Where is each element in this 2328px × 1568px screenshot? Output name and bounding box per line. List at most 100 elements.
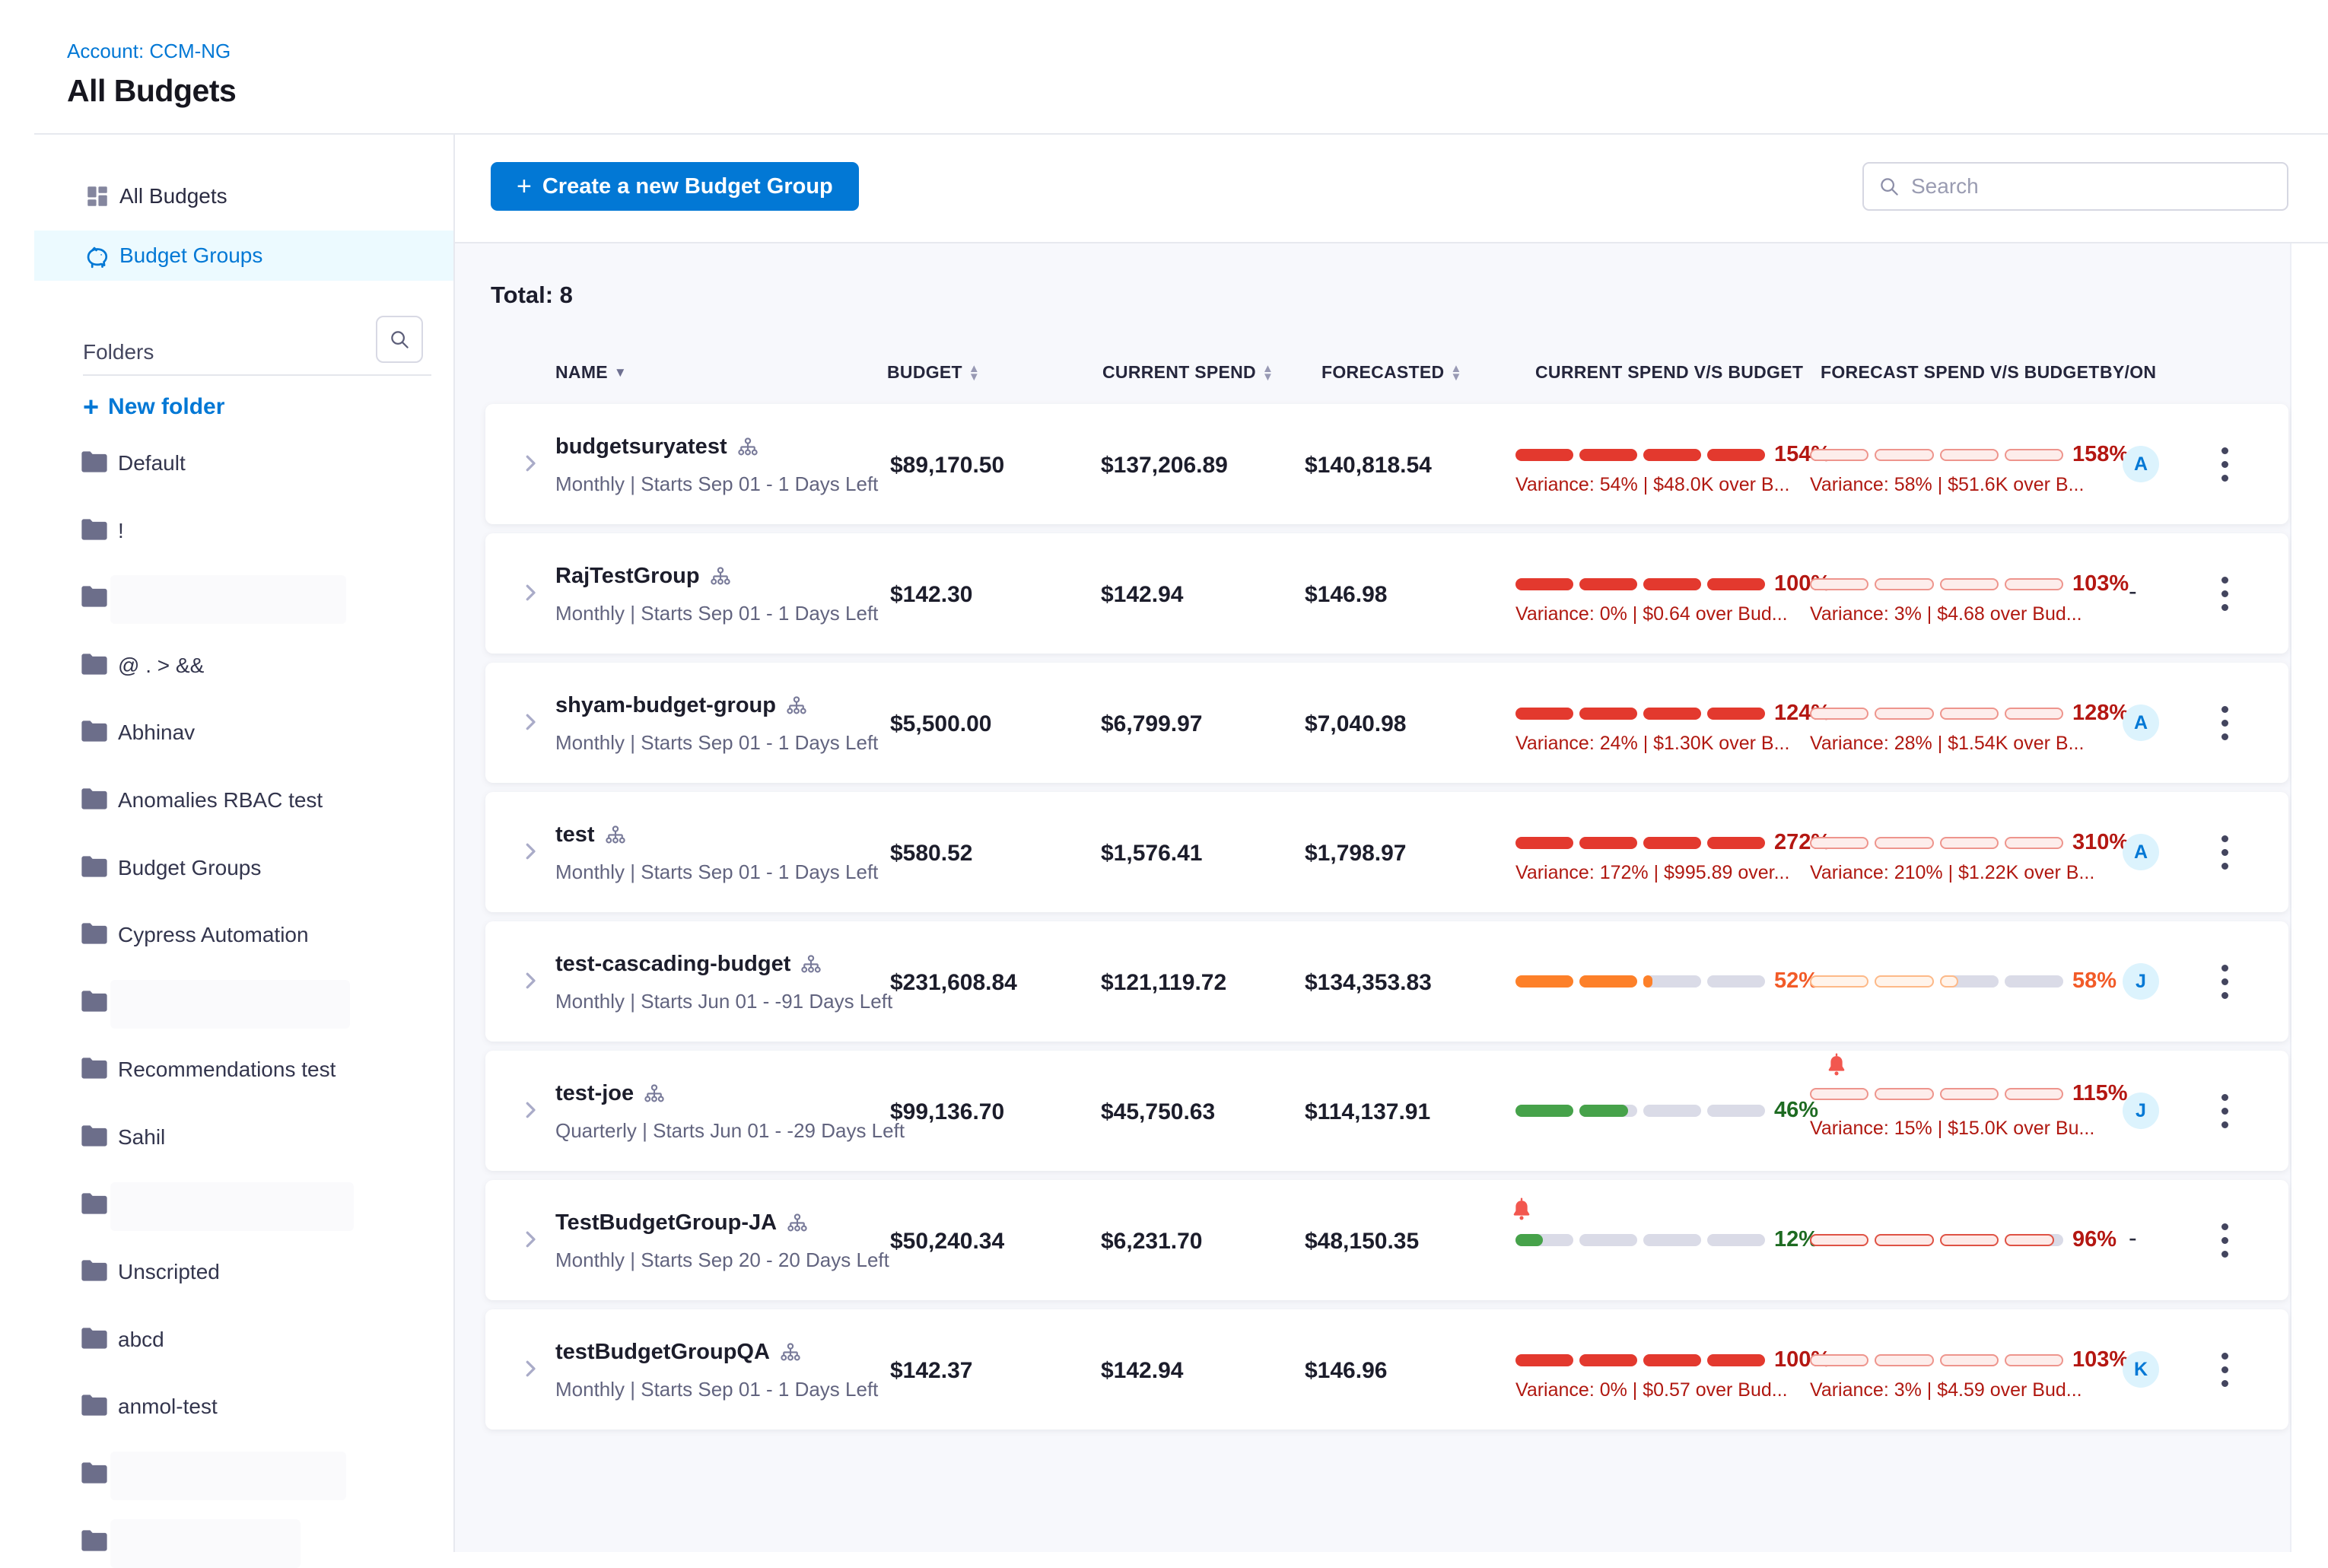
forecast-spend-vs-budget-bar (1810, 975, 2063, 988)
plus-icon: + (83, 393, 99, 421)
forecast-bar-segment (1940, 1354, 1999, 1366)
folder-icon (80, 1326, 109, 1354)
forecast-bar-segment (1810, 837, 1868, 849)
redacted-folder-name (110, 1452, 346, 1500)
budget-group-row[interactable]: testBudgetGroupQA Monthly | Starts Sep 0… (485, 1309, 2288, 1430)
folder-list-item[interactable] (34, 1450, 453, 1500)
folder-list-item[interactable]: Cypress Automation (34, 911, 453, 961)
row-options-menu-icon[interactable] (2209, 1217, 2240, 1263)
by-on-empty: - (2129, 1224, 2137, 1252)
row-options-menu-icon[interactable] (2209, 700, 2240, 746)
spend-bar-segment (1515, 708, 1573, 720)
hierarchy-icon (800, 954, 822, 975)
expand-chevron-icon[interactable] (519, 711, 542, 737)
folder-icon (80, 450, 109, 478)
new-folder-button[interactable]: + New folder (83, 390, 224, 424)
folder-list-item[interactable]: @ . > && (34, 641, 453, 692)
row-options-menu-icon[interactable] (2209, 1347, 2240, 1392)
avatar: A (2123, 446, 2159, 482)
search-box (1862, 162, 2288, 211)
search-input[interactable] (1911, 174, 2273, 199)
sidebar-item-budget-groups[interactable]: Budget Groups (34, 231, 453, 281)
folder-search-button[interactable] (376, 316, 423, 363)
folder-list-item[interactable] (34, 1518, 453, 1568)
forecast-bar-segment (1940, 449, 1999, 461)
folder-list-item[interactable]: Recommendations test (34, 1045, 453, 1096)
folder-list-item[interactable]: abcd (34, 1315, 453, 1366)
budget-group-name[interactable]: test-joe (555, 1081, 666, 1106)
avatar: J (2123, 1093, 2159, 1129)
avatar: A (2123, 834, 2159, 870)
budget-group-name[interactable]: RajTestGroup (555, 564, 732, 589)
budget-group-row[interactable]: test-joe Quarterly | Starts Jun 01 - -29… (485, 1051, 2288, 1171)
budget-group-name[interactable]: test (555, 822, 627, 848)
row-options-menu-icon[interactable] (2209, 1088, 2240, 1134)
breadcrumb-account-link[interactable]: Account: CCM-NG (67, 40, 231, 63)
spend-bar-segment (1579, 975, 1637, 988)
budget-group-name[interactable]: TestBudgetGroup-JA (555, 1210, 809, 1236)
budget-group-row[interactable]: test-cascading-budget Monthly | Starts J… (485, 921, 2288, 1042)
budget-period: Monthly | Starts Sep 01 - 1 Days Left (555, 602, 878, 625)
folder-list-item[interactable]: Abhinav (34, 708, 453, 759)
folder-list-item[interactable]: Anomalies RBAC test (34, 776, 453, 826)
folder-name: Budget Groups (118, 856, 261, 880)
expand-chevron-icon[interactable] (519, 1357, 542, 1384)
redacted-folder-name (110, 575, 346, 624)
forecast-spend-percentage: 103% (2072, 571, 2129, 596)
folder-icon (80, 1528, 109, 1557)
forecast-bar-segment (2005, 975, 2063, 988)
current-spend-vs-budget-bar (1515, 708, 1765, 720)
expand-chevron-icon[interactable] (519, 1099, 542, 1125)
folder-list-item[interactable] (34, 574, 453, 624)
search-icon (1878, 175, 1900, 198)
budget-group-name[interactable]: test-cascading-budget (555, 952, 822, 977)
expand-chevron-icon[interactable] (519, 452, 542, 479)
forecasted-amount: $146.98 (1305, 582, 1387, 608)
forecast-spend-variance: Variance: 3% | $4.68 over Bud... (1810, 603, 2082, 625)
budget-amount: $50,240.34 (890, 1229, 1004, 1255)
expand-chevron-icon[interactable] (519, 581, 542, 608)
folder-list-item[interactable] (34, 1181, 453, 1231)
forecast-bar-segment (1875, 1234, 1933, 1246)
current-spend-amount: $137,206.89 (1101, 453, 1228, 479)
folder-list-item[interactable]: Budget Groups (34, 844, 453, 894)
current-spend-amount: $45,750.63 (1101, 1099, 1215, 1125)
expand-chevron-icon[interactable] (519, 840, 542, 867)
toolbar: + Create a new Budget Group (455, 135, 2328, 243)
folder-list-item[interactable] (34, 978, 453, 1029)
row-options-menu-icon[interactable] (2209, 829, 2240, 875)
forecast-spend-variance: Variance: 210% | $1.22K over B... (1810, 862, 2094, 884)
hierarchy-icon (786, 1213, 809, 1234)
budget-period: Monthly | Starts Sep 01 - 1 Days Left (555, 472, 878, 496)
expand-chevron-icon[interactable] (519, 1228, 542, 1255)
folder-list-item[interactable]: Default (34, 439, 453, 489)
budget-period: Quarterly | Starts Jun 01 - -29 Days Lef… (555, 1119, 905, 1143)
budget-group-name[interactable]: shyam-budget-group (555, 693, 808, 718)
budget-group-row[interactable]: RajTestGroup Monthly | Starts Sep 01 - 1… (485, 533, 2288, 654)
forecasted-amount: $140,818.54 (1305, 453, 1432, 479)
budget-group-row[interactable]: test Monthly | Starts Sep 01 - 1 Days Le… (485, 792, 2288, 912)
budget-group-name[interactable]: budgetsuryatest (555, 434, 759, 460)
create-budget-group-label: Create a new Budget Group (542, 174, 833, 199)
folder-list-item[interactable]: Unscripted (34, 1248, 453, 1298)
budget-group-row[interactable]: shyam-budget-group Monthly | Starts Sep … (485, 663, 2288, 783)
budget-group-row[interactable]: TestBudgetGroup-JA Monthly | Starts Sep … (485, 1180, 2288, 1300)
budget-group-name[interactable]: testBudgetGroupQA (555, 1340, 802, 1365)
forecast-spend-variance: Variance: 58% | $51.6K over B... (1810, 474, 2084, 496)
forecast-bar-segment (2005, 449, 2063, 461)
sidebar-item-all-budgets[interactable]: All Budgets (34, 172, 453, 221)
folder-list-item[interactable]: anmol-test (34, 1382, 453, 1433)
row-options-menu-icon[interactable] (2209, 959, 2240, 1004)
forecast-bar-segment (2005, 1088, 2063, 1100)
budget-group-row[interactable]: budgetsuryatest Monthly | Starts Sep 01 … (485, 404, 2288, 524)
create-budget-group-button[interactable]: + Create a new Budget Group (491, 162, 859, 211)
folder-icon (80, 1258, 109, 1287)
folder-list-item[interactable]: Sahil (34, 1113, 453, 1163)
forecast-spend-vs-budget-bar (1810, 578, 2063, 590)
expand-chevron-icon[interactable] (519, 969, 542, 996)
row-options-menu-icon[interactable] (2209, 441, 2240, 487)
row-options-menu-icon[interactable] (2209, 571, 2240, 616)
forecast-spend-percentage: 103% (2072, 1347, 2129, 1372)
folder-list-item[interactable]: ! (34, 507, 453, 557)
current-spend-variance: Variance: 24% | $1.30K over B... (1515, 733, 1789, 755)
